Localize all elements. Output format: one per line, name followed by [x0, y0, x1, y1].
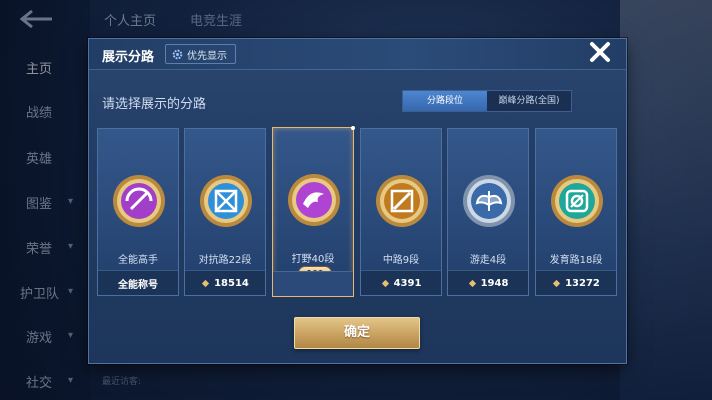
gear-icon [172, 49, 183, 59]
lane-card-clash[interactable]: 对抗路22段 18514 [184, 128, 266, 296]
lane-stat-value: 全能称号 [118, 279, 158, 291]
lane-stat-value: 1948 [480, 277, 509, 289]
lane-stat-value: 18514 [214, 277, 249, 289]
lane-stat: 4391 [361, 270, 441, 295]
lane-cards: 全能高手 全能称号 对抗路22段 18514 打野40段 中路9段 4391 游… [97, 126, 619, 298]
lane-stat: 1948 [448, 270, 528, 295]
lane-name: 游走4段 [469, 255, 507, 266]
lane-name: 发育路18段 [549, 255, 603, 266]
lane-stat [273, 271, 353, 296]
lane-display-dialog: 展示分路 优先显示 请选择展示的分路 分路段位 巅峰分路(全国) 全能高手 全能… [88, 38, 627, 364]
lane-name: 对抗路22段 [198, 255, 252, 266]
rank-points-icon [468, 279, 476, 287]
rank-points-icon [552, 279, 561, 287]
dialog-subtitle: 请选择展示的分路 [102, 97, 207, 112]
lane-type-toggle: 分路段位 巅峰分路(全国) [402, 90, 572, 112]
lane-stat-value: 4391 [393, 277, 422, 289]
dialog-title: 展示分路 [102, 50, 155, 65]
lane-name: 中路9段 [382, 255, 420, 266]
lane-card-roam[interactable]: 游走4段 1948 [447, 128, 529, 296]
lane-name: 全能高手 [118, 255, 158, 266]
rank-points-icon [201, 279, 210, 287]
lane-card-mid[interactable]: 中路9段 4391 [360, 128, 442, 296]
tab-peak-lane[interactable]: 巅峰分路(全国) [487, 91, 571, 111]
lane-stat: 全能称号 [98, 270, 178, 295]
tab-lane-rank[interactable]: 分路段位 [403, 91, 487, 111]
lane-name: 打野40段 [291, 254, 335, 265]
teal-target-emblem-icon [551, 175, 603, 227]
lane-stat: 18514 [185, 270, 265, 295]
lane-stat: 13272 [536, 270, 616, 295]
gold-slash-emblem-icon [376, 175, 428, 227]
lane-card-all-round[interactable]: 全能高手 全能称号 [97, 128, 179, 296]
close-icon[interactable] [588, 40, 612, 64]
dialog-header: 展示分路 优先显示 [89, 39, 626, 70]
lane-card-jungle[interactable]: 打野40段 100 [272, 126, 355, 297]
blue-cross-emblem-icon [200, 175, 252, 227]
priority-display-button[interactable]: 优先显示 [165, 44, 236, 64]
lane-stat-value: 13272 [565, 277, 600, 289]
rank-points-icon [381, 279, 389, 287]
selection-corner-mark [351, 126, 355, 130]
silver-wing-emblem-icon [463, 175, 515, 227]
lane-card-farm[interactable]: 发育路18段 13272 [535, 128, 617, 296]
purple-dragon-emblem-icon [288, 174, 340, 226]
confirm-button[interactable]: 确定 [294, 317, 420, 349]
purple-shield-emblem-icon [113, 175, 165, 227]
priority-display-label: 优先显示 [187, 50, 227, 62]
